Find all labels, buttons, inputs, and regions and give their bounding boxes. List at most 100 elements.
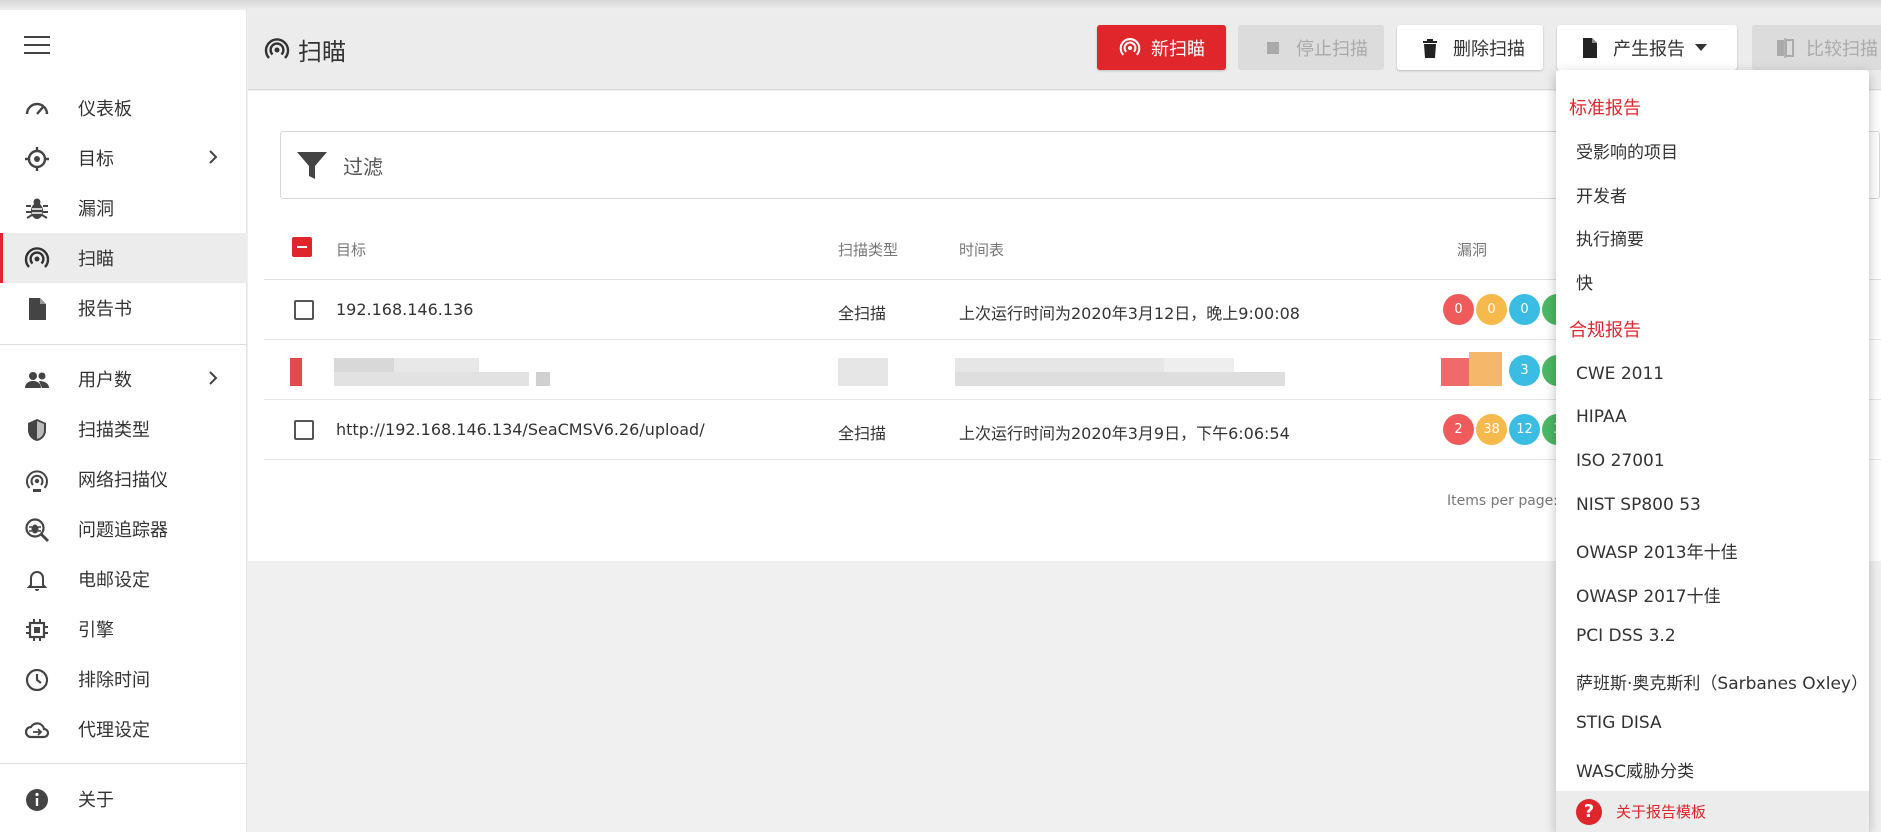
network-scanner-icon bbox=[24, 467, 50, 493]
page-title: 扫瞄 bbox=[298, 38, 346, 66]
about-report-templates-label: 关于报告模板 bbox=[1616, 803, 1707, 821]
window-top-edge bbox=[0, 0, 1881, 10]
redacted-block bbox=[1469, 352, 1502, 386]
sidebar-divider bbox=[0, 344, 247, 345]
report-owasp-2013[interactable]: OWASP 2013年十佳 bbox=[1576, 538, 1738, 563]
filter-icon bbox=[297, 152, 327, 179]
target-icon bbox=[24, 146, 50, 172]
column-header-scan-type[interactable]: 扫描类型 bbox=[838, 239, 898, 260]
sidebar-item-dashboard[interactable]: 仪表板 bbox=[0, 83, 247, 133]
sidebar-item-label: 引擎 bbox=[78, 620, 114, 641]
trash-icon bbox=[1423, 38, 1437, 58]
generate-report-dropdown: 标准报告 受影响的项目 开发者 执行摘要 快 合规报告 CWE 2011 HIP… bbox=[1556, 70, 1869, 832]
sidebar-item-network-scanner[interactable]: 网络扫描仪 bbox=[0, 454, 247, 504]
report-stig-disa[interactable]: STIG DISA bbox=[1576, 713, 1662, 733]
new-scan-button[interactable]: 新扫瞄 bbox=[1097, 25, 1226, 70]
sidebar-item-scans[interactable]: 扫瞄 bbox=[0, 233, 247, 283]
select-all-checkbox[interactable] bbox=[292, 237, 312, 257]
sidebar-item-proxy-settings[interactable]: 代理设定 bbox=[0, 704, 247, 754]
redacted-block bbox=[394, 358, 479, 372]
sidebar-item-label: 仪表板 bbox=[78, 99, 132, 120]
bug-icon bbox=[24, 196, 50, 222]
column-header-vulnerabilities[interactable]: 漏洞 bbox=[1457, 239, 1487, 260]
items-per-page-label: Items per page: bbox=[1447, 493, 1559, 509]
chevron-right-icon bbox=[204, 369, 222, 387]
caret-down-icon bbox=[1695, 44, 1707, 51]
sidebar-item-excluded-hours[interactable]: 排除时间 bbox=[0, 654, 247, 704]
report-sarbanes-oxley[interactable]: 萨班斯·奥克斯利（Sarbanes Oxley） bbox=[1576, 669, 1868, 694]
standard-reports-heading: 标准报告 bbox=[1569, 98, 1641, 119]
issue-tracker-icon bbox=[24, 517, 50, 543]
column-header-target[interactable]: 目标 bbox=[336, 239, 366, 260]
sidebar-item-users[interactable]: 用户数 bbox=[0, 354, 247, 404]
sidebar-item-issue-trackers[interactable]: 问题追踪器 bbox=[0, 504, 247, 554]
report-affected-items[interactable]: 受影响的项目 bbox=[1576, 138, 1678, 163]
redacted-block bbox=[334, 358, 394, 372]
sidebar-item-email-settings[interactable]: 电邮设定 bbox=[0, 554, 247, 604]
info-icon bbox=[24, 787, 50, 813]
generate-report-button[interactable]: 产生报告 bbox=[1557, 25, 1737, 70]
sidebar-item-label: 问题追踪器 bbox=[78, 520, 168, 541]
scan-icon bbox=[264, 37, 290, 59]
row-checkbox[interactable] bbox=[294, 420, 314, 440]
help-icon: ? bbox=[1576, 798, 1602, 825]
sidebar-item-label: 用户数 bbox=[78, 370, 132, 391]
page-title-wrap: 扫瞄 bbox=[264, 32, 346, 67]
sidebar-item-label: 目标 bbox=[78, 149, 114, 170]
redacted-block bbox=[1164, 358, 1234, 372]
sidebar-item-label: 漏洞 bbox=[78, 199, 114, 220]
sidebar-item-reports[interactable]: 报告书 bbox=[0, 283, 247, 333]
sidebar-item-label: 关于 bbox=[78, 790, 114, 811]
vuln-medium-badge: 38 bbox=[1476, 414, 1507, 445]
stop-scan-button[interactable]: 停止扫描 bbox=[1238, 25, 1384, 70]
redacted-block bbox=[1441, 358, 1471, 386]
vuln-high-badge: 0 bbox=[1443, 294, 1474, 325]
sidebar-item-label: 排除时间 bbox=[78, 670, 150, 691]
sidebar-item-scan-types[interactable]: 扫描类型 bbox=[0, 404, 247, 454]
sidebar-divider bbox=[0, 763, 247, 764]
cloud-icon bbox=[24, 717, 50, 743]
sidebar-item-label: 网络扫描仪 bbox=[78, 470, 168, 491]
sidebar-item-label: 扫瞄 bbox=[78, 249, 114, 270]
sidebar-item-vulnerabilities[interactable]: 漏洞 bbox=[0, 183, 247, 233]
report-hipaa[interactable]: HIPAA bbox=[1576, 407, 1627, 427]
about-report-templates[interactable]: ? 关于报告模板 bbox=[1556, 791, 1869, 832]
hamburger-menu-icon[interactable] bbox=[24, 36, 50, 56]
row-scan-type: 全扫描 bbox=[838, 424, 887, 443]
sidebar-item-engines[interactable]: 引擎 bbox=[0, 604, 247, 654]
dashboard-icon bbox=[24, 96, 50, 122]
report-iso-27001[interactable]: ISO 27001 bbox=[1576, 451, 1665, 471]
sidebar-item-label: 报告书 bbox=[78, 299, 132, 320]
report-executive-summary[interactable]: 执行摘要 bbox=[1576, 225, 1644, 250]
clock-icon bbox=[24, 667, 50, 693]
column-header-schedule[interactable]: 时间表 bbox=[959, 239, 1004, 260]
row-target: http://192.168.146.134/SeaCMSV6.26/uploa… bbox=[336, 420, 705, 439]
sidebar-item-label: 电邮设定 bbox=[78, 570, 150, 591]
sidebar-item-about[interactable]: 关于 bbox=[0, 774, 247, 824]
compare-scans-button[interactable]: 比较扫描 bbox=[1752, 25, 1881, 70]
row-target: 192.168.146.136 bbox=[336, 300, 474, 319]
report-owasp-2017[interactable]: OWASP 2017十佳 bbox=[1576, 582, 1721, 607]
sidebar-item-targets[interactable]: 目标 bbox=[0, 133, 247, 183]
filter-label: 过滤 bbox=[343, 154, 383, 179]
row-schedule: 上次运行时间为2020年3月9日，下午6:06:54 bbox=[959, 424, 1290, 443]
report-quick[interactable]: 快 bbox=[1576, 269, 1593, 294]
row-checkbox[interactable] bbox=[294, 300, 314, 320]
redacted-block bbox=[955, 372, 1285, 386]
report-wasc[interactable]: WASC威胁分类 bbox=[1576, 757, 1694, 782]
sidebar-item-label: 代理设定 bbox=[78, 720, 150, 741]
redacted-block bbox=[536, 372, 550, 386]
redacted-block bbox=[955, 358, 1185, 372]
vuln-low-badge: 12 bbox=[1509, 414, 1540, 445]
vuln-medium-badge: 0 bbox=[1476, 294, 1507, 325]
report-developer[interactable]: 开发者 bbox=[1576, 182, 1627, 207]
scan-icon bbox=[24, 246, 50, 272]
report-pci-dss[interactable]: PCI DSS 3.2 bbox=[1576, 626, 1676, 646]
redacted-block bbox=[838, 358, 888, 386]
vuln-low-badge: 3 bbox=[1509, 355, 1540, 386]
compare-icon bbox=[1777, 37, 1794, 58]
report-nist-sp800-53[interactable]: NIST SP800 53 bbox=[1576, 495, 1701, 515]
report-cwe-2011[interactable]: CWE 2011 bbox=[1576, 364, 1664, 384]
redacted-checkbox[interactable] bbox=[290, 358, 302, 386]
delete-scan-button[interactable]: 删除扫描 bbox=[1397, 25, 1543, 70]
